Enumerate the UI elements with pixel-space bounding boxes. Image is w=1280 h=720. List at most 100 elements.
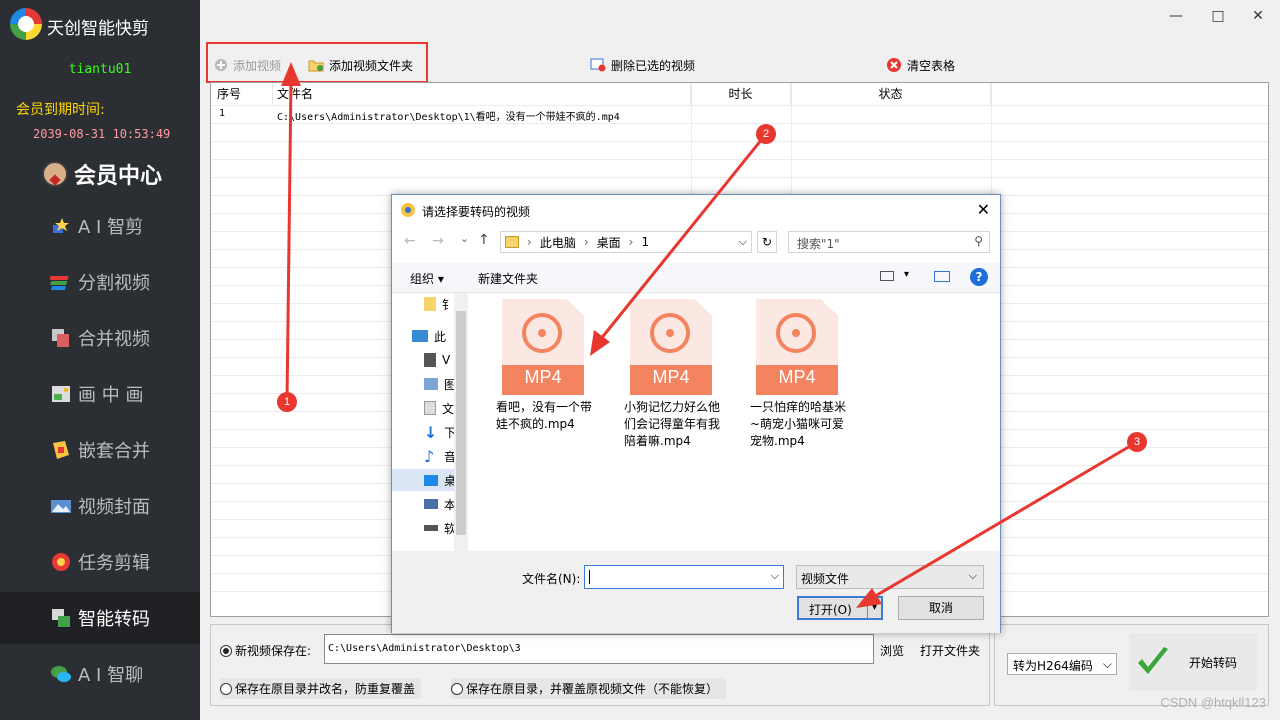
ai-chat-icon [51, 666, 71, 682]
watermark: CSDN @htqkll123 [1160, 695, 1266, 710]
cancel-button[interactable]: 取消 [898, 596, 984, 620]
dialog-footer: 文件名(N): ⌵ 视频文件 ⌵ 打开(O) ▾ 取消 [392, 551, 1000, 633]
open-label: 打开(O) [809, 603, 852, 617]
nav-label: A I 智聊 [78, 665, 144, 686]
nav-ai-chat[interactable]: A I 智聊 [0, 648, 200, 700]
breadcrumb-folder[interactable]: 1 [641, 235, 649, 249]
nav-pip[interactable]: 画 中 画 [0, 368, 200, 420]
smart-transcode-icon [52, 609, 70, 627]
radio-overwrite[interactable] [451, 682, 463, 695]
save-path-field[interactable]: C:\Users\Administrator\Desktop\3 [324, 634, 874, 664]
search-icon: ⚲ [974, 234, 983, 248]
preview-pane-icon[interactable] [934, 271, 950, 282]
back-arrow-icon[interactable]: ← [404, 233, 416, 249]
overwrite-option[interactable]: 保存在原目录，并覆盖原视频文件（不能恢复） [451, 678, 727, 699]
header-filename[interactable]: 文件名 [277, 83, 691, 105]
save-options: 新视频保存在: C:\Users\Administrator\Desktop\3… [210, 624, 990, 706]
member-center-label: 会员中心 [74, 163, 163, 189]
view-mode-icon[interactable] [880, 271, 894, 281]
filename-input[interactable]: ⌵ [584, 565, 784, 589]
row-filename: C:\Users\Administrator\Desktop\1\看吧，没有一个… [277, 112, 620, 123]
step-badge: 1 [277, 392, 297, 412]
dialog-close-button[interactable]: ✕ [977, 200, 990, 219]
new-save-option[interactable]: 新视频保存在: [220, 642, 311, 659]
address-dropdown-icon[interactable]: ⌵ [739, 235, 747, 249]
open-split-arrow-icon[interactable]: ▾ [867, 598, 881, 618]
address-bar[interactable]: › 此电脑 › 桌面 › 1 ⌵ [500, 231, 752, 253]
up-arrow-icon[interactable]: ↑ [478, 232, 490, 248]
nav-label: 视频封面 [78, 497, 150, 518]
overwrite-label: 保存在原目录，并覆盖原视频文件（不能恢复） [466, 682, 719, 696]
nav-label: 嵌套合并 [78, 441, 150, 462]
header-duration[interactable]: 时长 [691, 83, 791, 105]
expire-time: 2039-08-31 10:53:49 [33, 127, 171, 141]
nav-label: A I 智剪 [78, 217, 144, 238]
clear-icon [887, 58, 901, 72]
help-icon[interactable]: ? [970, 268, 988, 286]
history-chevron-icon[interactable]: ⌄ [460, 232, 469, 245]
nav-video-cover[interactable]: 视频封面 [0, 480, 200, 532]
video-cover-icon [51, 500, 71, 513]
tree-item[interactable]: 此 [412, 325, 452, 347]
nav-split-video[interactable]: 分割视频 [0, 256, 200, 308]
nav-merge-video[interactable]: 合并视频 [0, 312, 200, 364]
nav-ai-cut[interactable]: A I 智剪 [0, 200, 200, 252]
mp4-file-icon: MP4 [630, 299, 712, 395]
download-icon: ↓ [424, 422, 438, 442]
maximize-button[interactable]: □ [1208, 6, 1228, 26]
radio-rename[interactable] [220, 682, 232, 695]
delete-selected-button[interactable]: 删除已选的视频 [590, 54, 695, 76]
filename-dropdown-icon[interactable]: ⌵ [771, 569, 779, 583]
computer-icon [412, 330, 428, 342]
filetype-value: 视频文件 [801, 572, 850, 586]
member-center-button[interactable]: 会员中心 [42, 156, 162, 192]
filename-label: 文件名(N): [522, 572, 581, 586]
folder-icon [505, 236, 519, 248]
app-title: 天创智能快剪 [47, 19, 149, 39]
encode-select[interactable]: 转为H264编码 ⌵ [1007, 653, 1117, 675]
dialog-search-input[interactable]: 搜索"1" ⚲ [788, 231, 990, 253]
clear-table-label: 清空表格 [907, 58, 956, 73]
scroll-thumb[interactable] [456, 311, 466, 535]
nav-nested-merge[interactable]: 嵌套合并 [0, 424, 200, 476]
minimize-button[interactable]: — [1166, 6, 1186, 26]
chevron-down-icon: ⌵ [968, 569, 977, 582]
refresh-icon[interactable]: ↻ [757, 231, 777, 253]
forward-arrow-icon[interactable]: → [432, 233, 444, 249]
view-chevron-icon[interactable]: ▾ [904, 269, 909, 280]
local-disk-icon [424, 499, 438, 509]
breadcrumb-desktop[interactable]: 桌面 [597, 234, 621, 251]
nav-smart-transcode[interactable]: 智能转码 [0, 592, 200, 644]
open-folder-button[interactable]: 打开文件夹 [920, 642, 980, 659]
close-button[interactable]: ✕ [1248, 6, 1268, 26]
header-index[interactable]: 序号 [217, 83, 273, 105]
clear-table-button[interactable]: 清空表格 [886, 54, 955, 76]
file-open-dialog: 请选择要转码的视频 ✕ ← → ⌄ ↑ › 此电脑 › 桌面 › 1 ⌵ ↻ 搜… [391, 194, 1001, 633]
start-label: 开始转码 [1189, 655, 1238, 670]
start-transcode-button[interactable]: 开始转码 [1129, 633, 1257, 691]
pip-icon [52, 386, 70, 402]
step-badge: 3 [1127, 432, 1147, 452]
transcode-panel: 转为H264编码 ⌵ 开始转码 [994, 624, 1269, 706]
merge-video-icon [52, 329, 69, 347]
music-icon: ♪ [424, 446, 435, 466]
nav-task-edit[interactable]: 任务剪辑 [0, 536, 200, 588]
ai-cut-icon [53, 218, 69, 233]
radio-new-save[interactable] [220, 644, 232, 657]
tree-scrollbar[interactable] [454, 293, 468, 553]
step-badge: 2 [756, 124, 776, 144]
member-avatar-icon [42, 161, 68, 187]
split-video-icon [50, 276, 69, 290]
rename-option[interactable]: 保存在原目录并改名，防重复覆盖 [220, 678, 422, 699]
filetype-select[interactable]: 视频文件 ⌵ [796, 565, 984, 589]
open-button[interactable]: 打开(O) ▾ [797, 596, 883, 620]
browse-button[interactable]: 浏览 [880, 642, 904, 659]
delete-video-icon [590, 58, 606, 72]
app-logo-icon [10, 8, 42, 40]
header-status[interactable]: 状态 [791, 83, 991, 105]
organize-button[interactable]: 组织 ▾ [410, 270, 444, 287]
dialog-commandbar: 组织 ▾ 新建文件夹 ▾ ? [392, 263, 1000, 293]
new-folder-button[interactable]: 新建文件夹 [478, 270, 538, 287]
breadcrumb-pc[interactable]: 此电脑 [540, 234, 576, 251]
video-folder-icon [424, 353, 436, 367]
